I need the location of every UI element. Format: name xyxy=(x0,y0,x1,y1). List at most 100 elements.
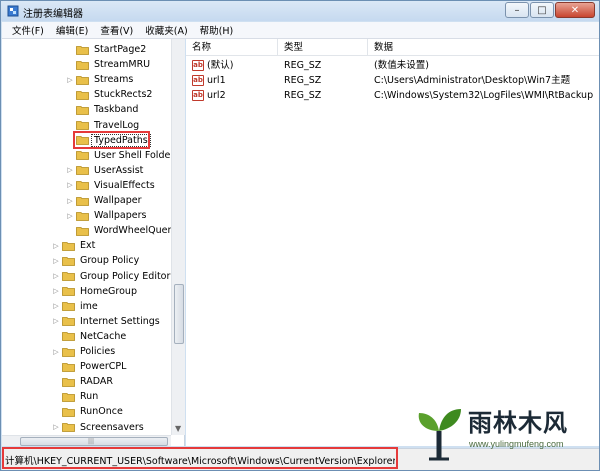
folder-icon xyxy=(62,332,75,342)
tree-item[interactable]: ▷ Group Policy xyxy=(52,253,184,268)
folder-icon xyxy=(62,302,75,312)
folder-icon xyxy=(62,392,75,402)
tree-item-label: Group Policy Editor xyxy=(80,270,171,282)
tree-vertical-scrollbar[interactable]: ▼ xyxy=(171,39,185,435)
value-data: C:\Windows\System32\LogFiles\WMI\RtBacku… xyxy=(374,90,594,101)
value-name: (默认) xyxy=(207,60,234,71)
close-button[interactable]: ✕ xyxy=(555,2,595,18)
value-name: url2 xyxy=(207,90,226,101)
expand-arrow-icon[interactable]: ▷ xyxy=(66,76,74,84)
tree-item[interactable]: ▷ Policies xyxy=(52,344,184,359)
tree-item[interactable]: User Shell Folders xyxy=(66,148,184,163)
list-item[interactable]: ab url1 REG_SZ C:\Users\Administrator\De… xyxy=(186,73,599,88)
column-data[interactable]: 数据 xyxy=(368,39,599,56)
expand-arrow-icon[interactable]: ▷ xyxy=(52,272,60,280)
tree-item-label: RADAR xyxy=(80,376,113,388)
tree-item-label: NetCache xyxy=(80,330,127,342)
value-list: 名称 类型 数据 ab (默认) REG_SZ (数值未设置) ab url1 … xyxy=(186,39,599,446)
expand-arrow-icon[interactable]: ▷ xyxy=(52,423,60,431)
tree-item[interactable]: StartPage2 xyxy=(66,42,184,57)
maximize-button[interactable]: □ xyxy=(530,2,554,18)
tree-item[interactable]: ▷ Streams xyxy=(66,72,184,87)
expand-arrow-icon[interactable]: ▷ xyxy=(66,197,74,205)
tree-item[interactable]: PowerCPL xyxy=(52,359,184,374)
tree-item[interactable]: ▷ Wallpapers xyxy=(66,208,184,223)
watermark-url: www.yulingmufeng.com xyxy=(469,439,564,449)
tree-item[interactable]: Taskband xyxy=(66,102,184,117)
value-name: url1 xyxy=(207,75,226,86)
tree-scroll-thumb[interactable] xyxy=(174,284,184,344)
menu-help[interactable]: 帮助(H) xyxy=(194,23,240,37)
column-name[interactable]: 名称 xyxy=(186,39,278,56)
value-data: C:\Users\Administrator\Desktop\Win7主题 xyxy=(374,75,571,86)
tree-item-label: VisualEffects xyxy=(94,179,155,191)
tree-item[interactable]: TravelLog xyxy=(66,118,184,133)
tree-item[interactable]: ▷ Screensavers xyxy=(52,420,184,435)
scroll-down-arrow-icon[interactable]: ▼ xyxy=(175,424,181,433)
watermark-logo: 雨林木风 www.yulingmufeng.com xyxy=(411,401,591,463)
tree-item[interactable]: RunOnce xyxy=(52,404,184,419)
tree-item[interactable]: ▷ Internet Settings xyxy=(52,314,184,329)
folder-icon xyxy=(76,166,89,176)
menu-view[interactable]: 查看(V) xyxy=(94,23,139,37)
reg-sz-icon: ab xyxy=(192,75,204,86)
tree-item-label: Group Policy xyxy=(80,255,140,267)
tree-item[interactable]: StreamMRU xyxy=(66,57,184,72)
menu-favorites[interactable]: 收藏夹(A) xyxy=(139,23,193,37)
list-header: 名称 类型 数据 xyxy=(186,39,599,56)
status-highlight-box xyxy=(2,447,398,469)
tree-horizontal-scrollbar[interactable]: ||| xyxy=(2,435,171,446)
expand-arrow-icon[interactable]: ▷ xyxy=(66,166,74,174)
expand-arrow-icon[interactable]: ▷ xyxy=(52,348,60,356)
regedit-app-icon xyxy=(7,5,19,17)
tree-item-label: TypedPaths xyxy=(91,133,151,147)
folder-icon xyxy=(76,151,89,161)
folder-icon xyxy=(76,45,89,55)
expand-arrow-icon[interactable]: ▷ xyxy=(52,317,60,325)
list-item[interactable]: ab (默认) REG_SZ (数值未设置) xyxy=(186,58,599,73)
expand-arrow-icon[interactable]: ▷ xyxy=(52,287,60,295)
folder-icon xyxy=(76,211,89,221)
column-type[interactable]: 类型 xyxy=(278,39,368,56)
watermark-name: 雨林木风 xyxy=(468,408,568,437)
list-item[interactable]: ab url2 REG_SZ C:\Windows\System32\LogFi… xyxy=(186,88,599,103)
menu-bar: 文件(F) 编辑(E) 查看(V) 收藏夹(A) 帮助(H) xyxy=(2,22,599,39)
tree-item[interactable]: NetCache xyxy=(52,329,184,344)
expand-arrow-icon[interactable]: ▷ xyxy=(52,257,60,265)
minimize-button[interactable]: – xyxy=(505,2,529,18)
tree-item-label: RunOnce xyxy=(80,406,123,418)
expand-arrow-icon[interactable]: ▷ xyxy=(66,181,74,189)
tree-item[interactable]: Run xyxy=(52,389,184,404)
tree-item-label: ime xyxy=(80,300,98,312)
tree-item[interactable]: RADAR xyxy=(52,374,184,389)
tree-item-label: Screensavers xyxy=(80,421,144,433)
tree-item[interactable]: TypedPaths xyxy=(66,133,184,148)
tree-item[interactable]: ▷ VisualEffects xyxy=(66,178,184,193)
tree-item-label: Wallpaper xyxy=(94,195,142,206)
scroll-grip-icon: ||| xyxy=(88,438,95,445)
expand-arrow-icon[interactable]: ▷ xyxy=(52,242,60,250)
expand-arrow-icon[interactable]: ▷ xyxy=(66,212,74,220)
menu-file[interactable]: 文件(F) xyxy=(6,23,50,37)
folder-icon xyxy=(76,181,89,191)
tree-item[interactable]: ▷ Ext xyxy=(52,238,184,253)
tree-item-label: TravelLog xyxy=(94,119,140,131)
tree-item[interactable]: WordWheelQuery xyxy=(66,223,184,238)
tree-item[interactable]: ▷ Group Policy Editor xyxy=(52,269,184,284)
tree-item[interactable]: ▷ Wallpaper xyxy=(66,193,184,208)
title-bar[interactable]: 注册表编辑器 – □ ✕ xyxy=(1,1,599,21)
folder-icon xyxy=(76,90,89,100)
folder-icon xyxy=(62,256,75,266)
menu-edit[interactable]: 编辑(E) xyxy=(50,23,94,37)
value-type: REG_SZ xyxy=(284,60,322,71)
tree-item[interactable]: StuckRects2 xyxy=(66,87,184,102)
tree-item-label: PowerCPL xyxy=(80,361,127,373)
folder-icon xyxy=(62,287,75,296)
tree-item[interactable]: ▷ UserAssist xyxy=(66,163,184,178)
expand-arrow-icon[interactable]: ▷ xyxy=(52,302,60,310)
tree-item-label: Policies xyxy=(80,346,116,357)
reg-sz-icon: ab xyxy=(192,90,204,101)
caption-buttons: – □ ✕ xyxy=(504,2,595,18)
tree-item[interactable]: ▷ HomeGroup xyxy=(52,284,184,299)
tree-item[interactable]: ▷ ime xyxy=(52,299,184,314)
